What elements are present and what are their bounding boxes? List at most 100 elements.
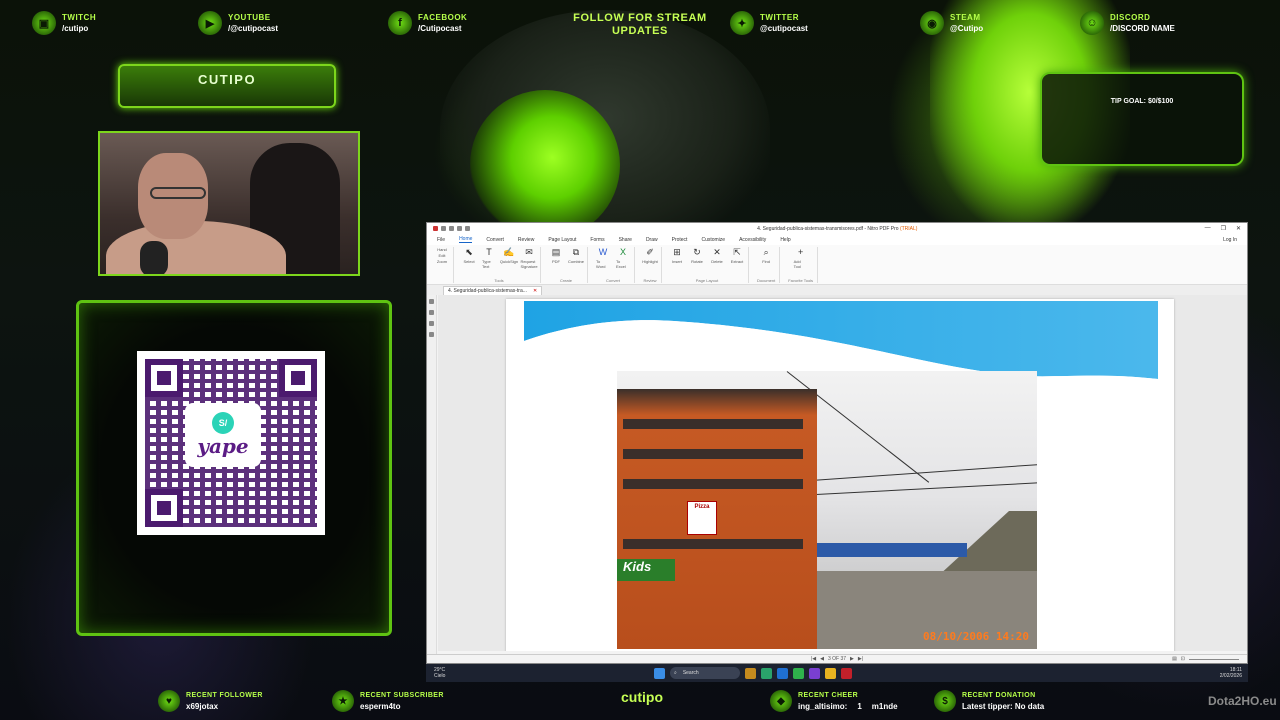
nitro-taskbar-icon[interactable] (841, 667, 852, 679)
channel-brand: cutipo (621, 689, 663, 705)
menu-draw[interactable]: Draw (646, 237, 658, 243)
group-label: Tools (494, 278, 504, 283)
plus-icon: + (798, 247, 804, 257)
combine-icon: ⧉ (572, 247, 580, 257)
chrome-icon[interactable] (825, 667, 836, 679)
trial-badge: (TRIAL) (899, 225, 918, 232)
start-icon[interactable] (654, 667, 665, 679)
menu-review[interactable]: Review (518, 237, 534, 243)
prev-page-icon[interactable]: ◀ (820, 656, 824, 662)
edge-icon[interactable] (761, 667, 772, 679)
pizza-sign: Pizza (687, 501, 717, 535)
zoom-tool[interactable]: Zoom (435, 259, 449, 264)
menu-forms[interactable]: Forms (590, 237, 604, 243)
bookmarks-icon[interactable] (429, 310, 434, 315)
subscriber-title: RECENT SUBSCRIBER (360, 692, 444, 699)
menu-protect[interactable]: Protect (672, 237, 688, 243)
zoom-slider[interactable] (1189, 658, 1239, 660)
fit-page-icon[interactable]: ⊡ (1181, 656, 1185, 662)
comments-icon[interactable] (429, 321, 434, 326)
app-titlebar: 4. Seguridad-publica-sistemas-transmisor… (427, 223, 1247, 234)
menu-help[interactable]: Help (780, 237, 790, 243)
close-tab-icon[interactable]: ✕ (533, 288, 537, 294)
last-page-icon[interactable]: ▶| (858, 656, 863, 662)
quick-access-toolbar[interactable] (433, 226, 470, 231)
menu-home[interactable]: Home (459, 236, 473, 243)
type-text-tool[interactable]: T Type Text (482, 247, 496, 269)
menu-share[interactable]: Share (619, 237, 632, 243)
highlight-tool[interactable]: ✐ Highlight (642, 247, 658, 264)
quicksign-tool[interactable]: ✍ QuickSign (500, 247, 518, 269)
maximize-button[interactable]: ❐ (1221, 225, 1226, 232)
login-button[interactable]: Log In (1223, 237, 1237, 243)
glasses (150, 187, 206, 199)
attachments-icon[interactable] (429, 332, 434, 337)
kids-sign: Kids (617, 559, 675, 581)
streamer-nameplate: CUTIPO (118, 64, 336, 108)
save-icon[interactable] (441, 226, 446, 231)
find-tool[interactable]: ⌕ Find (759, 247, 773, 264)
minimize-button[interactable]: — (1205, 225, 1211, 232)
store-icon[interactable] (777, 667, 788, 679)
clock-date: 2/02/2026 (1219, 673, 1242, 679)
weather-widget[interactable]: 29°C Cielo (434, 667, 445, 679)
redo-icon[interactable] (465, 226, 470, 231)
social-twitter: ✦ TWITTER @cutipocast (730, 8, 808, 38)
first-page-icon[interactable]: |◀ (811, 656, 816, 662)
text-icon: T (486, 247, 492, 257)
view-mode-icon[interactable]: ▤ (1172, 656, 1177, 662)
building-window-row (623, 419, 803, 429)
menu-accessibility[interactable]: Accessibility (739, 237, 766, 243)
insert-tool[interactable]: ⊞ Insert (670, 247, 684, 264)
system-clock[interactable]: 18:11 2/02/2026 (1220, 667, 1242, 679)
tool-label: Find (762, 259, 770, 264)
next-page-icon[interactable]: ▶ (850, 656, 854, 662)
to-excel-tool[interactable]: X To Excel (616, 247, 630, 269)
add-tool-button[interactable]: + Add Tool (794, 247, 808, 269)
tool-label: Select (463, 259, 475, 264)
ribbon-group-favorites: + Add Tool Favorite Tools (784, 247, 819, 283)
menu-file[interactable]: File (437, 237, 445, 243)
extract-tool[interactable]: ⇱ Extract (730, 247, 744, 264)
combine-tool[interactable]: ⧉ Combine (568, 247, 584, 264)
menu-convert[interactable]: Convert (486, 237, 504, 243)
cursor-icon: ⬉ (465, 247, 473, 257)
taskbar-search[interactable]: ⌕ Search (670, 667, 740, 679)
signature-icon: ✍ (503, 247, 515, 257)
pages-panel-icon[interactable] (429, 299, 434, 304)
menu-page-layout[interactable]: Page Layout (548, 237, 576, 243)
group-label: Document (757, 278, 776, 283)
yape-wordmark: yape (197, 434, 249, 458)
social-handle: @Cutipo (950, 24, 984, 33)
rotate-tool[interactable]: ↻ Rotate (690, 247, 704, 264)
close-button[interactable]: ✕ (1236, 225, 1241, 232)
menu-customize[interactable]: Customize (701, 237, 725, 243)
select-tool[interactable]: ⬉ Select (462, 247, 476, 269)
undo-icon[interactable] (457, 226, 462, 231)
create-pdf-tool[interactable]: ▤ PDF (549, 247, 563, 264)
print-icon[interactable] (449, 226, 454, 231)
file-explorer-icon[interactable] (745, 667, 756, 679)
qr-finder (145, 489, 183, 527)
edit-tool[interactable]: Edit (435, 253, 449, 258)
social-handle: /cutipo (62, 24, 89, 33)
social-title: DISCORD (1110, 13, 1151, 22)
hand-tool[interactable]: Hand (435, 247, 449, 252)
alien-eye-art (470, 90, 620, 240)
request-signature-tool[interactable]: ✉ Request Signature (520, 247, 537, 269)
tip-goal-panel: TIP GOAL: $0/$100 (1040, 72, 1244, 166)
whatsapp-icon[interactable] (793, 667, 804, 679)
recent-donation: $ RECENT DONATION Latest tipper: No data (934, 690, 1044, 712)
vscode-icon[interactable] (809, 667, 820, 679)
document-canvas[interactable]: Pizza Kids 08/10/2006 14:20 (438, 295, 1247, 651)
tool-label: Add Tool (793, 259, 801, 269)
delete-tool[interactable]: ✕ Delete (710, 247, 724, 264)
page-indicator[interactable]: 3 OF 37 (828, 656, 846, 662)
document-tab-label: 4. Seguridad-publica-sistemas-tra... (448, 287, 527, 294)
to-word-tool[interactable]: W To Word (596, 247, 610, 269)
document-tab[interactable]: 4. Seguridad-publica-sistemas-tra... ✕ (443, 285, 543, 295)
ribbon-group-tools: ⬉ Select T Type Text ✍ QuickSign ✉ Request S… (458, 247, 541, 283)
social-handle: /DISCORD NAME (1110, 24, 1175, 33)
watermark: Dota2HO.eu (1208, 694, 1277, 708)
word-icon: W (598, 247, 608, 257)
